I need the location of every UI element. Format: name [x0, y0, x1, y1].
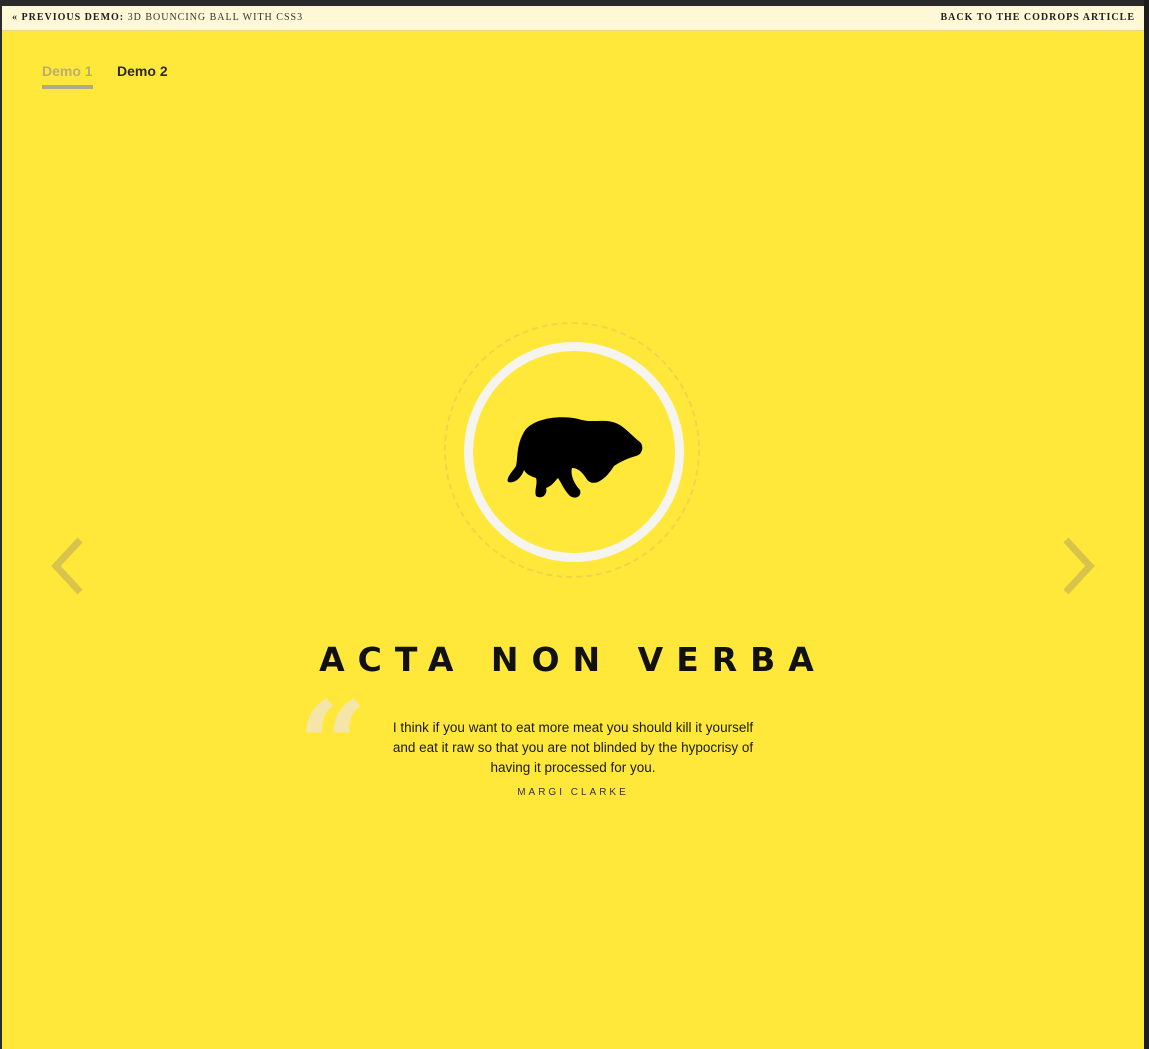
back-to-article-link[interactable]: Back to the Codrops Article	[941, 12, 1135, 23]
previous-demo-title: 3D Bouncing Ball with CSS3	[127, 12, 304, 23]
slide-quote: I think if you want to eat more meat you…	[392, 720, 754, 775]
quote-author: MARGI CLARKE	[517, 787, 629, 798]
codrops-top-bar: « Previous Demo: 3D Bouncing Ball with C…	[2, 6, 1144, 31]
previous-demo-link[interactable]: « Previous Demo: 3D Bouncing Ball with C…	[12, 12, 303, 23]
chevron-left-icon[interactable]	[48, 536, 88, 596]
previous-demo-prefix: « Previous Demo:	[12, 12, 125, 23]
tab-demo-1[interactable]: Demo 1	[42, 63, 93, 89]
demo-tabs: Demo 1 Demo 2	[42, 63, 188, 89]
bear-icon	[507, 417, 643, 498]
tab-demo-2[interactable]: Demo 2	[117, 63, 168, 89]
background-edge	[1144, 0, 1149, 1049]
page-frame: « Previous Demo: 3D Bouncing Ball with C…	[2, 6, 1144, 1049]
slide-title: ACTA NON VERBA	[319, 640, 827, 679]
chevron-right-icon[interactable]	[1058, 536, 1098, 596]
